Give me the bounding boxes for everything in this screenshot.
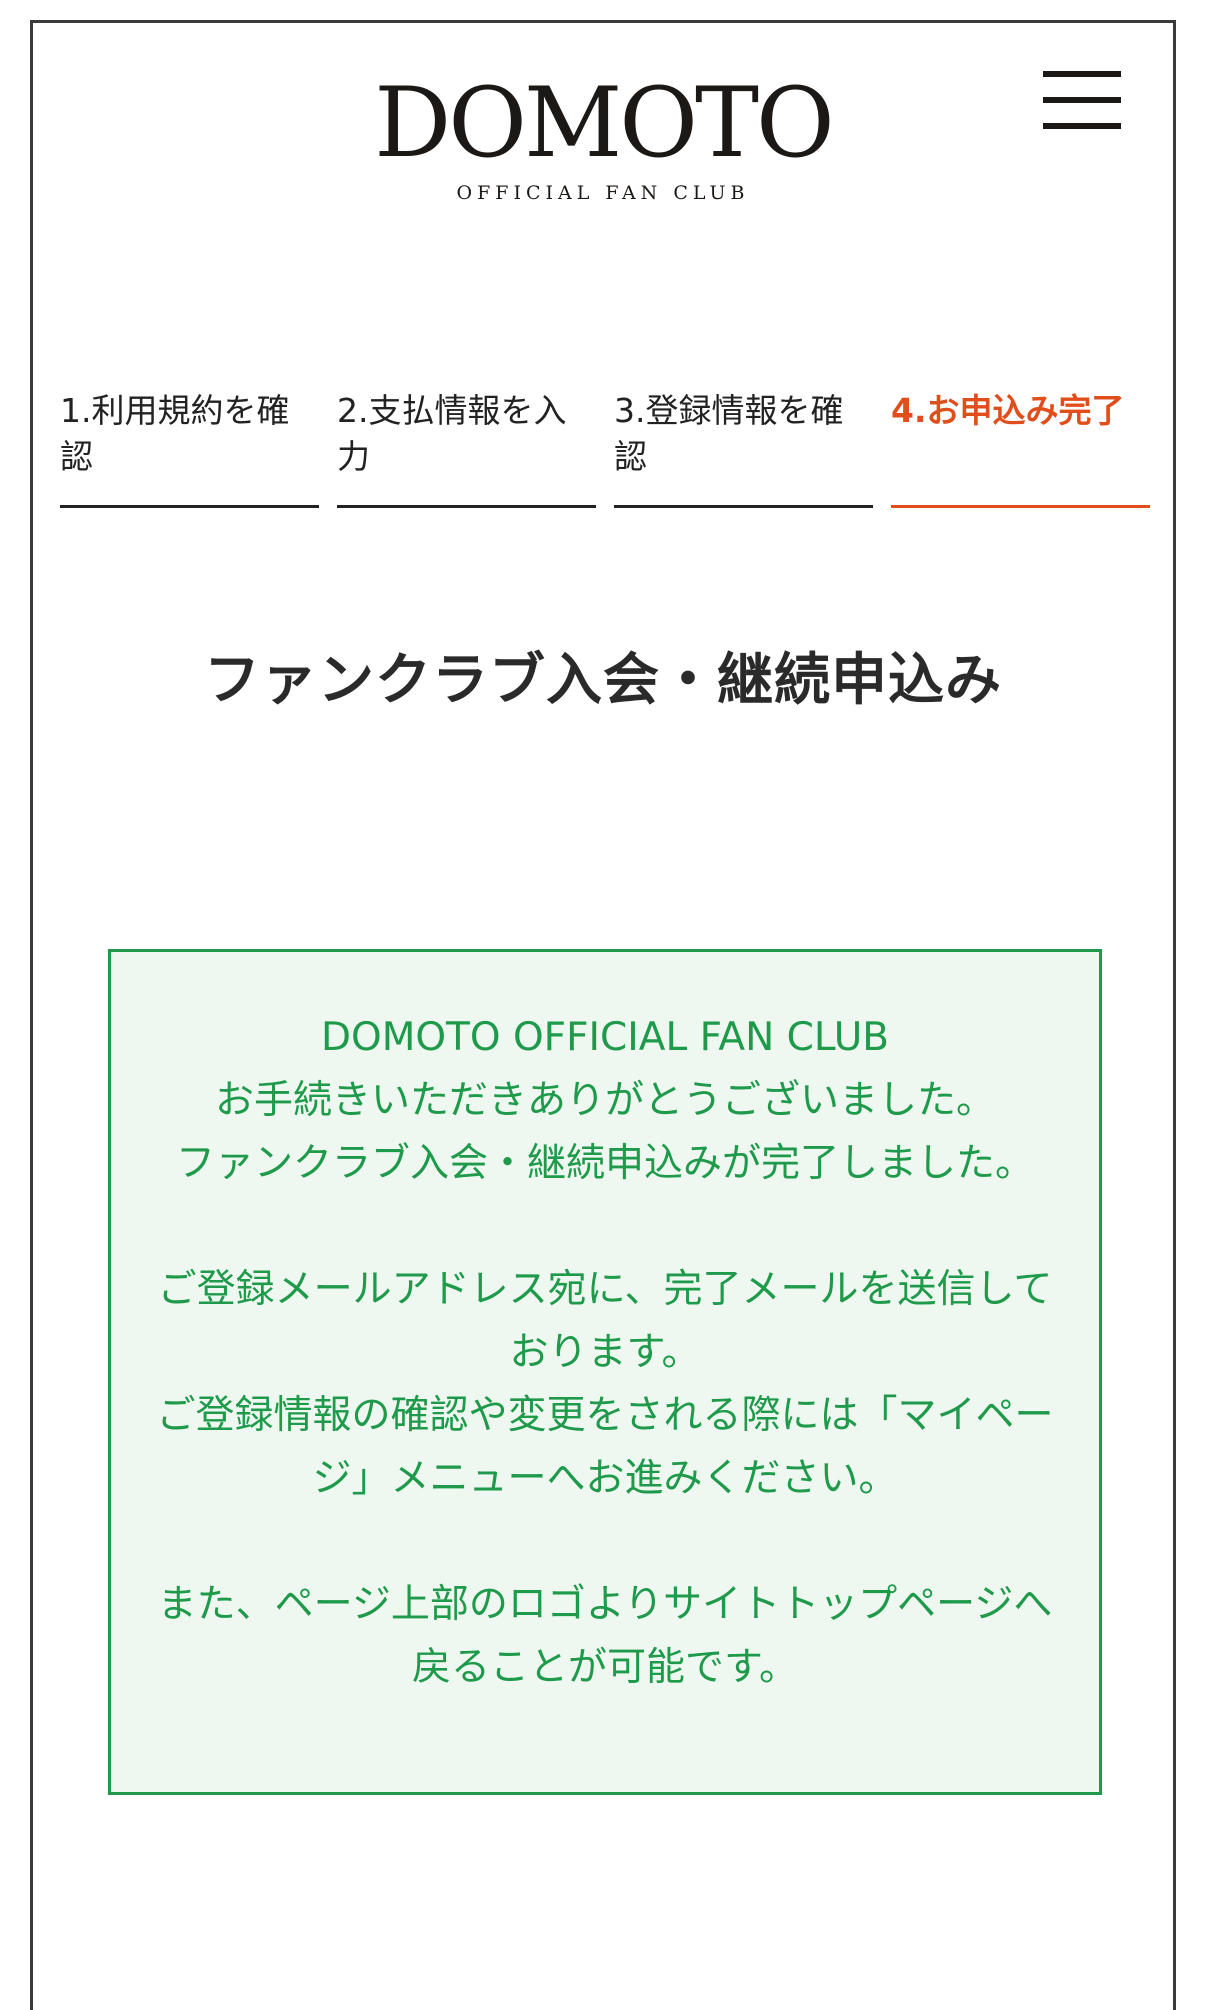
- message-top-page: また、ページ上部のロゴよりサイトトップページへ戻ることが可能です。: [157, 1582, 1053, 1690]
- step-payment: 2.支払情報を入力: [337, 368, 596, 508]
- menu-bar-bottom: [1043, 123, 1121, 129]
- message-club-name: DOMOTO OFFICIAL FAN CLUB: [320, 1015, 889, 1060]
- message-email-sent: ご登録メールアドレス宛に、完了メールを送信しております。: [157, 1267, 1053, 1375]
- site-logo-link[interactable]: DOMOTO OFFICIAL FAN CLUB: [33, 68, 1173, 204]
- progress-steps: 1.利用規約を確認 2.支払情報を入力 3.登録情報を確認 4.お申込み完了: [60, 368, 1150, 508]
- message-complete: ファンクラブ入会・継続申込みが完了しました。: [175, 1141, 1034, 1186]
- step-complete: 4.お申込み完了: [891, 368, 1150, 508]
- logo-main-text: DOMOTO: [374, 67, 834, 179]
- message-mypage: ご登録情報の確認や変更をされる際には「マイページ」メニューへお進みください。: [156, 1393, 1054, 1501]
- page-frame: DOMOTO OFFICIAL FAN CLUB 1.利用規約を確認 2.支払情…: [30, 20, 1176, 2010]
- completion-message-box: DOMOTO OFFICIAL FAN CLUB お手続きいただきありがとうござ…: [108, 949, 1102, 1795]
- logo-sub-text: OFFICIAL FAN CLUB: [456, 182, 750, 204]
- page-title: ファンクラブ入会・継続申込み: [204, 648, 1002, 713]
- hamburger-menu-icon[interactable]: [1043, 71, 1121, 129]
- step-terms: 1.利用規約を確認: [60, 368, 319, 508]
- step-confirm: 3.登録情報を確認: [614, 368, 873, 508]
- menu-bar-top: [1043, 71, 1121, 77]
- message-thanks: お手続きいただきありがとうございました。: [214, 1078, 995, 1123]
- menu-bar-middle: [1043, 97, 1121, 103]
